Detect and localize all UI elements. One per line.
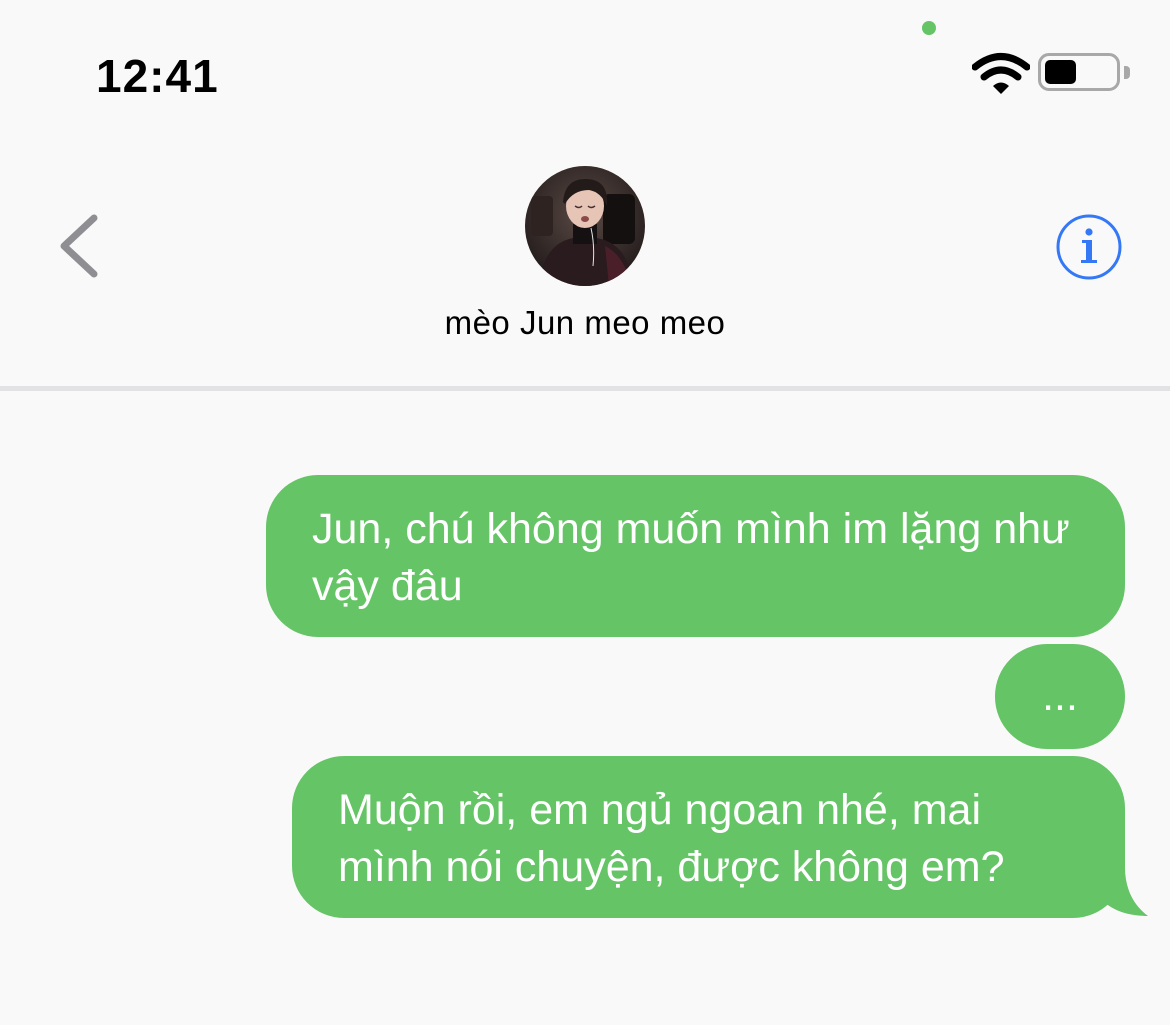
message-bubble-outgoing[interactable]: ...	[995, 644, 1125, 749]
avatar-photo	[525, 166, 645, 286]
info-icon	[1081, 228, 1097, 263]
header-divider	[0, 386, 1170, 391]
contact-name[interactable]: mèo Jun meo meo	[0, 302, 1170, 344]
wifi-icon	[972, 53, 1030, 94]
battery-level	[1045, 60, 1076, 84]
contact-avatar[interactable]	[525, 166, 645, 286]
battery-cap	[1124, 66, 1130, 79]
bubble-tail	[1090, 864, 1148, 916]
battery-icon	[1038, 53, 1120, 91]
status-time: 12:41	[96, 50, 219, 102]
info-button[interactable]	[1055, 213, 1123, 281]
message-bubble-outgoing[interactable]: Muộn rồi, em ngủ ngoan nhé, mai mình nói…	[292, 756, 1125, 918]
mic-in-use-indicator	[922, 21, 936, 35]
back-button[interactable]	[50, 208, 110, 284]
chevron-left-icon	[60, 214, 98, 278]
message-bubble-outgoing[interactable]: Jun, chú không muốn mình im lặng như vậy…	[266, 475, 1125, 637]
